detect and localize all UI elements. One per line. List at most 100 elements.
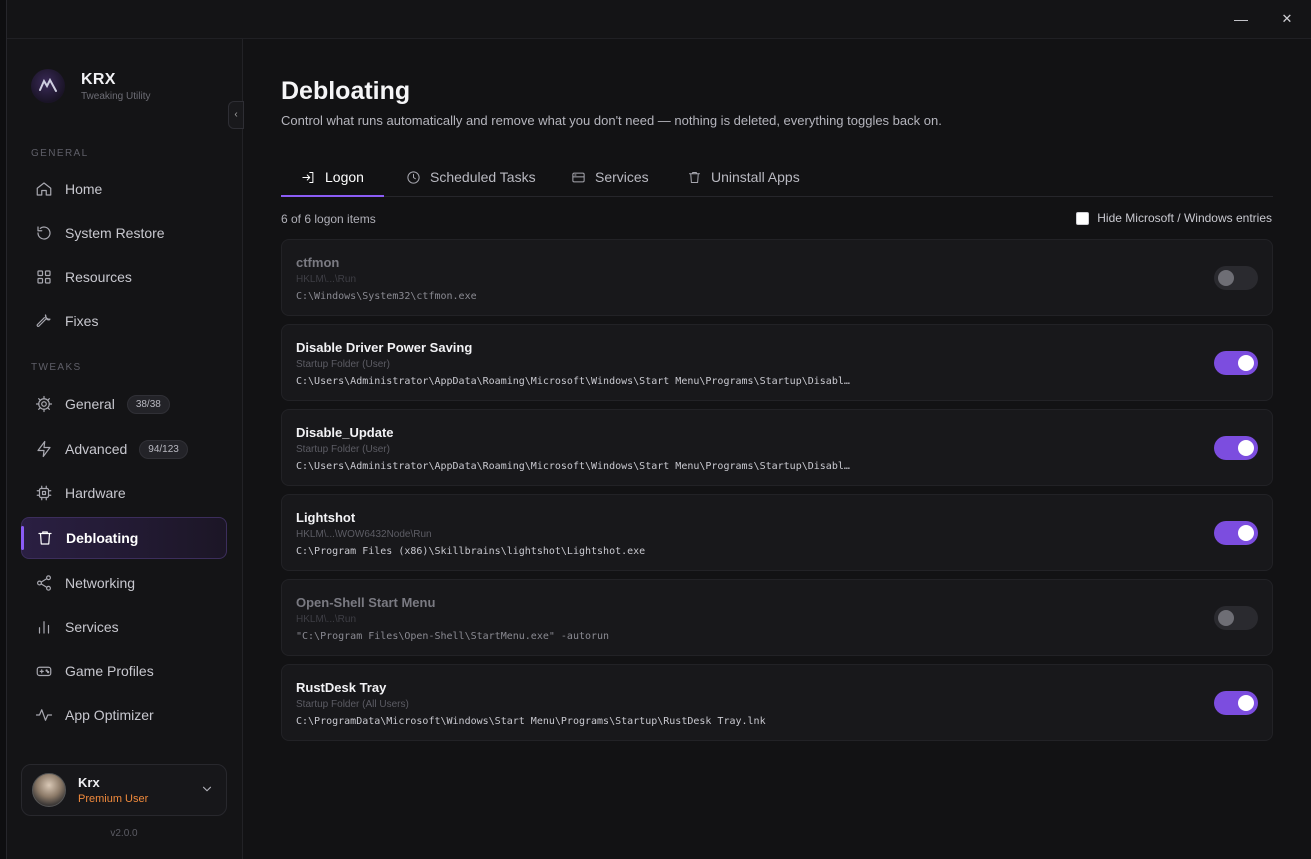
sidebar-item-label: Services [65, 619, 119, 635]
restore-icon [35, 224, 53, 242]
tab-bar: Logon Scheduled Tasks Services Uninstall… [281, 157, 1273, 197]
item-name: Lightshot [296, 510, 356, 525]
tab-label: Uninstall Apps [711, 169, 800, 185]
sidebar-item-label: Debloating [66, 530, 139, 546]
sidebar-item-label: Resources [65, 269, 132, 285]
title-bar: — ✕ [7, 0, 1311, 39]
sidebar-item-advanced[interactable]: Advanced 94/123 [21, 429, 227, 469]
hide-microsoft-filter[interactable]: Hide Microsoft / Windows entries [1076, 211, 1272, 225]
chip-icon [35, 484, 53, 502]
collapse-sidebar-button[interactable]: ‹ [228, 101, 244, 129]
sidebar-item-label: App Optimizer [65, 707, 154, 723]
list-item: Disable_Update Startup Folder (User) C:\… [281, 409, 1273, 486]
item-source: HKLM\...\Run [296, 274, 357, 285]
sidebar-item-networking[interactable]: Networking [21, 563, 227, 603]
sidebar-item-services[interactable]: Services [21, 607, 227, 647]
sidebar-item-label: Home [65, 181, 103, 197]
page-title: Debloating [281, 77, 411, 105]
avatar [32, 773, 66, 807]
tab-services[interactable]: Services [571, 157, 649, 197]
sidebar-item-label: Networking [65, 575, 136, 591]
tab-label: Services [595, 169, 649, 185]
section-label-general: GENERAL [31, 148, 89, 159]
tab-scheduled-tasks[interactable]: Scheduled Tasks [406, 157, 536, 197]
minimize-button[interactable]: — [1227, 8, 1255, 30]
item-source: Startup Folder (All Users) [296, 699, 409, 710]
tab-logon[interactable]: Logon [301, 157, 364, 197]
pulse-icon [35, 706, 53, 724]
sidebar-item-home[interactable]: Home [21, 169, 227, 209]
enable-toggle[interactable] [1214, 436, 1258, 460]
server-icon [572, 172, 585, 182]
item-path: C:\Windows\System32\ctfmon.exe [296, 291, 477, 302]
item-path: C:\ProgramData\Microsoft\Windows\Start M… [296, 716, 766, 727]
page-description: Control what runs automatically and remo… [281, 113, 942, 128]
wrench-icon [35, 312, 53, 330]
share-icon [35, 574, 53, 592]
sidebar-item-label: Fixes [65, 313, 99, 329]
item-path: C:\Program Files (x86)\Skillbrains\light… [296, 546, 646, 557]
brand-subtitle: Tweaking Utility [81, 90, 151, 102]
section-label-tweaks: TWEAKS [31, 362, 82, 373]
gear-icon [35, 395, 53, 413]
sidebar-item-debloating[interactable]: Debloating [21, 517, 227, 559]
list-item: ctfmon HKLM\...\Run C:\Windows\System32\… [281, 239, 1273, 316]
count-badge: 94/123 [139, 439, 188, 459]
enable-toggle[interactable] [1214, 691, 1258, 715]
item-source: Startup Folder (User) [296, 444, 390, 455]
brand-name: KRX [81, 70, 116, 88]
sidebar-item-general[interactable]: General 38/38 [21, 384, 227, 424]
item-name: Open-Shell Start Menu [296, 595, 436, 610]
bars-icon [35, 618, 53, 636]
enable-toggle[interactable] [1214, 266, 1258, 290]
item-path: C:\Users\Administrator\AppData\Roaming\M… [296, 376, 850, 387]
list-item: Open-Shell Start Menu HKLM\...\Run "C:\P… [281, 579, 1273, 656]
enable-toggle[interactable] [1214, 351, 1258, 375]
item-path: C:\Users\Administrator\AppData\Roaming\M… [296, 461, 850, 472]
close-button[interactable]: ✕ [1273, 8, 1301, 30]
hide-microsoft-checkbox[interactable] [1076, 211, 1090, 225]
list-item: Disable Driver Power Saving Startup Fold… [281, 324, 1273, 401]
grid-icon [35, 268, 53, 286]
brand-logo-icon [31, 69, 65, 103]
brand: KRX Tweaking Utility [31, 69, 150, 103]
sidebar-item-fixes[interactable]: Fixes [21, 301, 227, 341]
list-item: Lightshot HKLM\...\WOW6432Node\Run C:\Pr… [281, 494, 1273, 571]
bolt-icon [35, 440, 53, 458]
item-source: HKLM\...\Run [296, 614, 357, 625]
sidebar-item-app-optimizer[interactable]: App Optimizer [21, 695, 227, 735]
filter-label: Hide Microsoft / Windows entries [1097, 211, 1272, 225]
item-name: Disable Driver Power Saving [296, 340, 473, 355]
sidebar-item-hardware[interactable]: Hardware [21, 473, 227, 513]
main-content: Debloating Control what runs automatical… [244, 39, 1311, 859]
sidebar-item-label: Hardware [65, 485, 126, 501]
sidebar-item-label: Game Profiles [65, 663, 154, 679]
active-tab-indicator [281, 195, 384, 197]
clock-icon [407, 170, 420, 184]
item-name: ctfmon [296, 255, 340, 270]
sidebar: KRX Tweaking Utility ‹ GENERAL Home Syst… [7, 39, 244, 859]
list-item: RustDesk Tray Startup Folder (All Users)… [281, 664, 1273, 741]
user-name: Krx [78, 775, 100, 790]
count-badge: 38/38 [126, 394, 170, 414]
item-path: "C:\Program Files\Open-Shell\StartMenu.e… [296, 631, 610, 642]
sidebar-item-label: System Restore [65, 225, 165, 241]
sidebar-item-system-restore[interactable]: System Restore [21, 213, 227, 253]
item-name: Disable_Update [296, 425, 394, 440]
item-source: Startup Folder (User) [296, 359, 390, 370]
user-card[interactable]: Krx Premium User [21, 764, 227, 816]
chevron-down-icon [200, 782, 214, 801]
user-role: Premium User [78, 793, 149, 805]
tab-uninstall-apps[interactable]: Uninstall Apps [687, 157, 800, 197]
app-window: — ✕ KRX Tweaking Utility ‹ GENERAL Home … [6, 0, 1311, 859]
sidebar-item-resources[interactable]: Resources [21, 257, 227, 297]
enable-toggle[interactable] [1214, 521, 1258, 545]
version-label: v2.0.0 [110, 828, 138, 839]
item-name: RustDesk Tray [296, 680, 387, 695]
trash-icon [36, 529, 54, 547]
trash-icon [689, 171, 700, 183]
item-source: HKLM\...\WOW6432Node\Run [296, 529, 432, 540]
sidebar-item-game-profiles[interactable]: Game Profiles [21, 651, 227, 691]
enable-toggle[interactable] [1214, 606, 1258, 630]
tab-label: Scheduled Tasks [430, 169, 536, 185]
